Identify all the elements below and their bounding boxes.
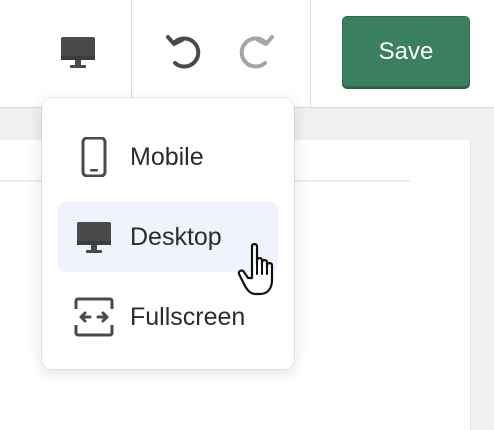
menu-item-mobile[interactable]: Mobile <box>58 122 278 192</box>
redo-icon <box>239 35 274 69</box>
menu-item-label: Fullscreen <box>130 302 246 331</box>
toolbar-divider <box>310 0 311 107</box>
undo-button[interactable] <box>158 26 210 78</box>
device-preview-button[interactable] <box>52 26 104 78</box>
toolbar-divider <box>131 0 132 107</box>
undo-icon <box>166 35 201 69</box>
fullscreen-icon <box>70 293 118 341</box>
mobile-icon <box>70 133 118 181</box>
hand-pointer-cursor-icon <box>236 242 284 300</box>
save-button[interactable]: Save <box>342 16 470 87</box>
menu-item-label: Desktop <box>130 222 222 251</box>
redo-button[interactable] <box>230 26 282 78</box>
editor-toolbar: Save <box>0 0 494 108</box>
device-preview-menu: Mobile Desktop Fullscreen <box>42 98 294 369</box>
menu-item-label: Mobile <box>130 142 204 171</box>
desktop-icon <box>70 213 118 261</box>
desktop-icon <box>61 37 95 68</box>
